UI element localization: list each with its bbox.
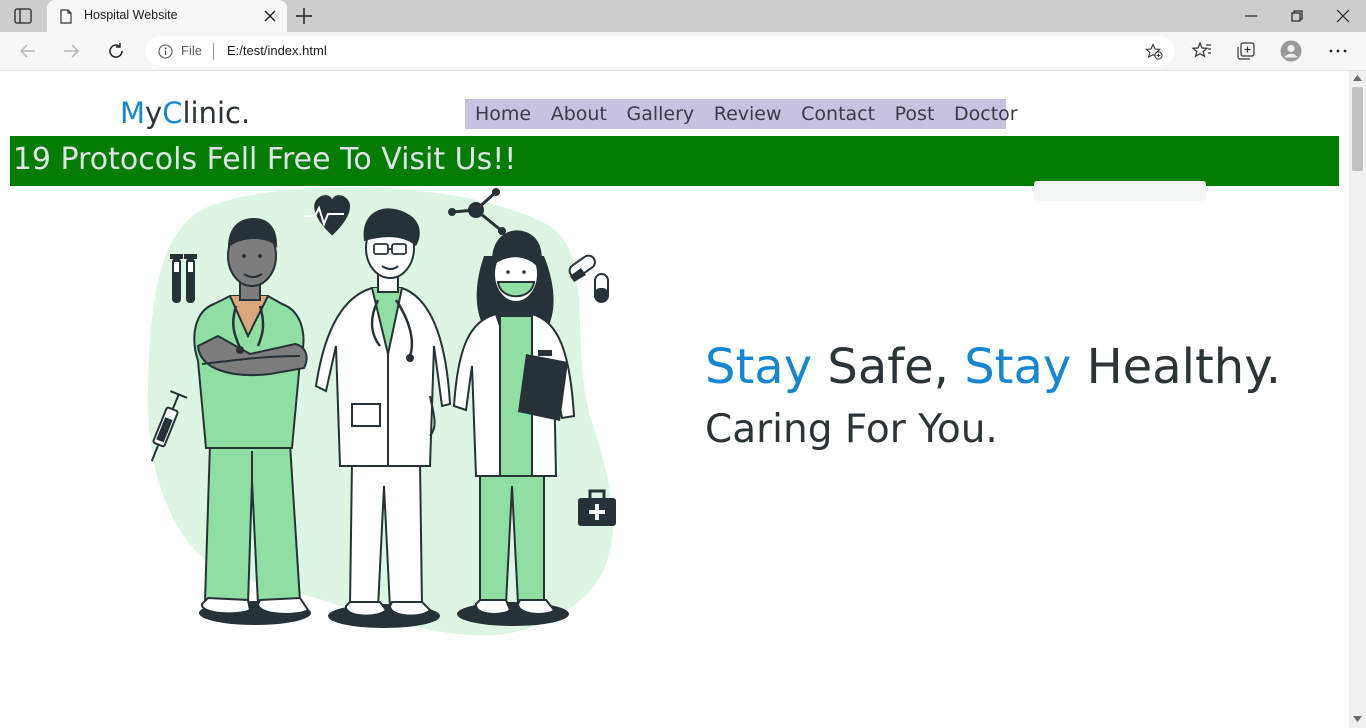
url-field[interactable]: File E:/test/index.html [145, 36, 1175, 66]
refresh-icon[interactable] [106, 41, 126, 61]
marquee-banner: I19 Protocols Fell Free To Visit Us!! [10, 136, 1339, 186]
hero-headline: Stay Safe, Stay Healthy. [705, 339, 1281, 395]
headline-healthy: Healthy. [1071, 339, 1282, 395]
info-icon[interactable] [158, 44, 173, 59]
headline-safe: Safe, [812, 339, 965, 395]
add-favorite-icon[interactable] [1145, 43, 1163, 60]
site-logo[interactable]: MyClinic. [120, 96, 250, 130]
scroll-up-icon[interactable] [1353, 75, 1362, 81]
scroll-down-icon[interactable] [1353, 716, 1362, 722]
shadow-3 [457, 602, 569, 626]
logo-text-linic: linic. [182, 96, 251, 130]
collections-icon[interactable] [1235, 40, 1257, 62]
url-scheme: File [181, 43, 202, 58]
forward-icon[interactable] [61, 41, 81, 61]
window-close-icon[interactable] [1335, 8, 1351, 24]
more-icon[interactable] [1327, 40, 1349, 62]
headline-stay-2: Stay [964, 339, 1072, 395]
nav-post[interactable]: Post [895, 103, 935, 125]
browser-tab[interactable]: Hospital Website [47, 0, 287, 32]
logo-letter-c: C [162, 96, 183, 130]
tab-title: Hospital Website [84, 8, 178, 22]
page-icon [60, 9, 72, 24]
url-divider [213, 43, 214, 60]
page-scrollbar[interactable] [1349, 71, 1366, 728]
faded-element [1034, 181, 1206, 201]
browser-titlebar: Hospital Website [0, 0, 1366, 32]
nav-contact[interactable]: Contact [801, 103, 875, 125]
web-page: MyClinic. Home About Gallery Review Cont… [0, 71, 1349, 728]
address-bar: File E:/test/index.html [0, 32, 1366, 71]
logo-letter-y: y [145, 96, 163, 130]
nav-home[interactable]: Home [475, 103, 531, 125]
favorites-icon[interactable] [1191, 40, 1213, 62]
tab-actions-icon[interactable] [14, 8, 32, 24]
nav-review[interactable]: Review [714, 103, 782, 125]
minimize-icon[interactable] [1243, 8, 1259, 24]
headline-stay-1: Stay [705, 339, 813, 395]
doctors-illustration [147, 187, 616, 636]
nav-about[interactable]: About [551, 103, 607, 125]
main-nav: Home About Gallery Review Contact Post D… [465, 99, 1018, 129]
nav-gallery[interactable]: Gallery [626, 103, 694, 125]
hero-subline: Caring For You. [705, 407, 998, 452]
nav-doctor[interactable]: Doctor [954, 103, 1018, 125]
scrollbar-thumb[interactable] [1352, 87, 1363, 171]
plus-icon[interactable] [294, 7, 314, 25]
close-icon[interactable] [263, 9, 277, 23]
logo-letter-m: M [120, 96, 146, 130]
profile-icon[interactable] [1280, 40, 1302, 62]
marquee-text: I19 Protocols Fell Free To Visit Us!! [10, 142, 517, 177]
back-icon[interactable] [18, 41, 38, 61]
restore-icon[interactable] [1289, 8, 1305, 24]
url-text[interactable]: E:/test/index.html [227, 43, 327, 58]
